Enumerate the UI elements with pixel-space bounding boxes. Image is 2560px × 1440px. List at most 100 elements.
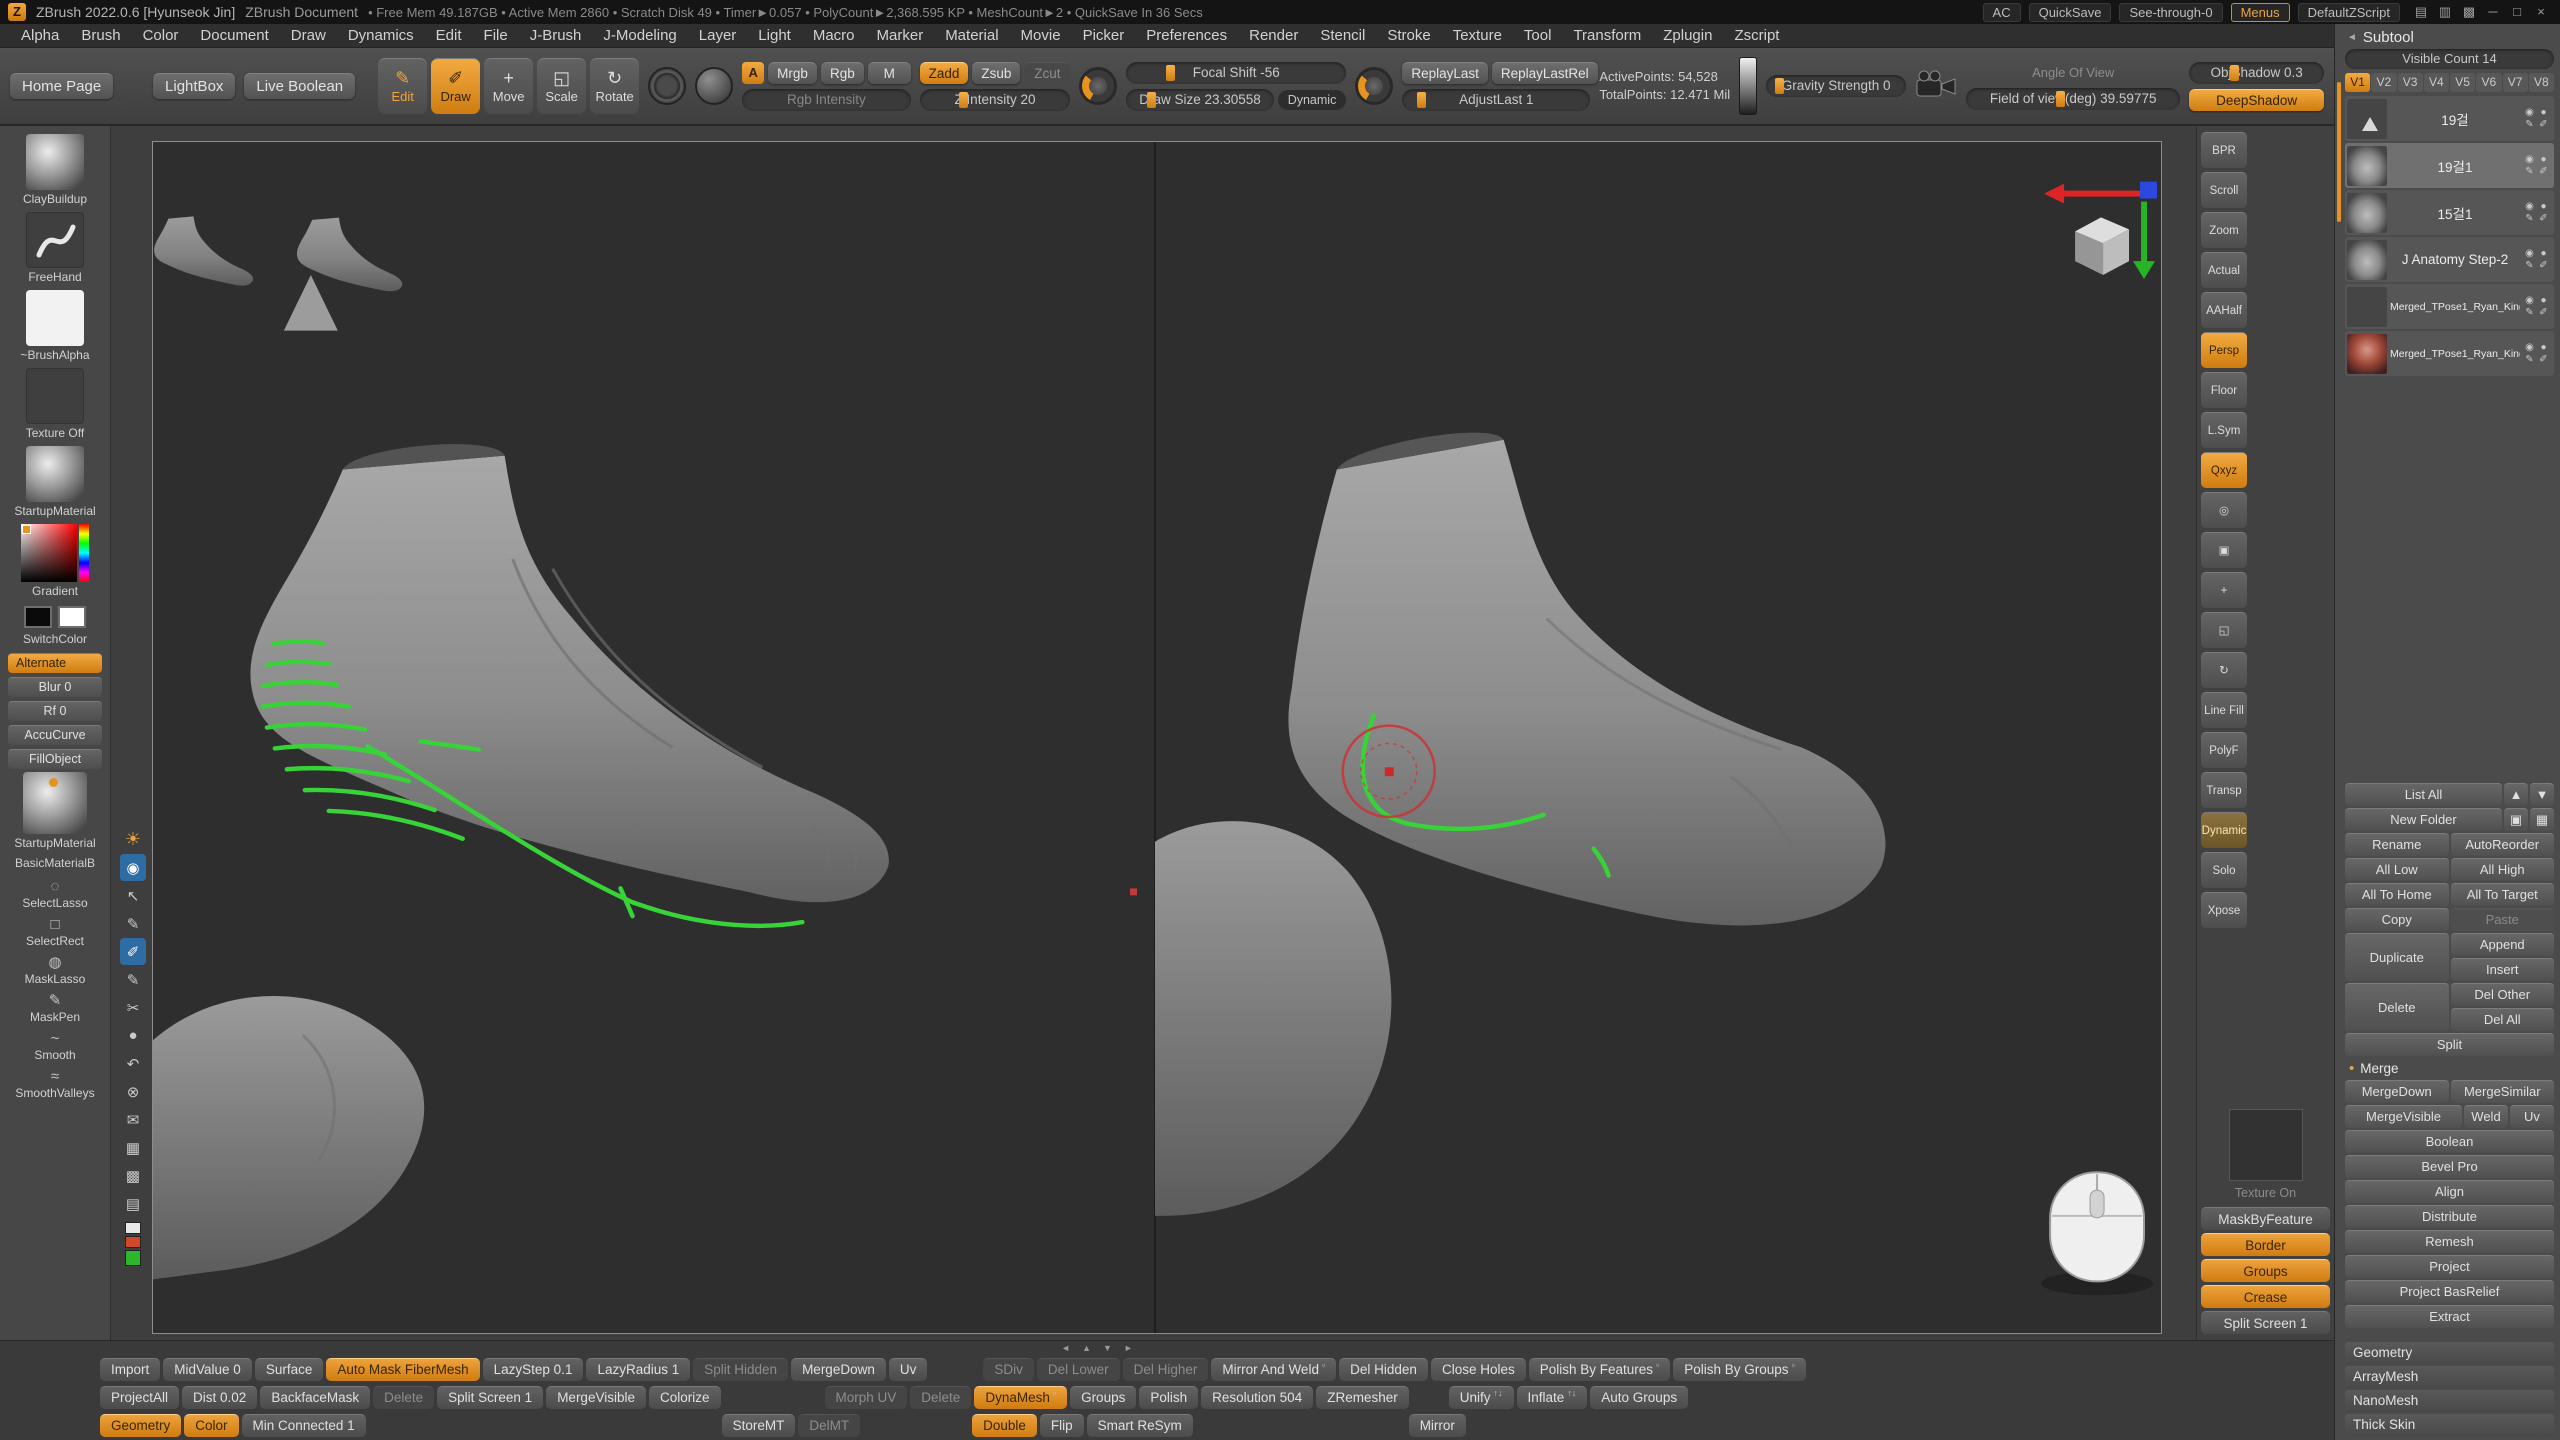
live-boolean-button[interactable]: Live Boolean — [244, 73, 355, 99]
menu-item[interactable]: Zplugin — [1652, 24, 1723, 47]
all-high-button[interactable]: All High — [2451, 858, 2555, 881]
subtool-item[interactable]: Merged_TPose1_Ryan_Kingslien ◉ ● ✎ ✐ — [2345, 331, 2554, 376]
dist-slider[interactable]: Dist 0.02 — [182, 1386, 257, 1409]
undo-icon[interactable]: ↶ — [120, 1050, 146, 1077]
solo-button[interactable]: Solo — [2201, 852, 2247, 888]
duplicate-button[interactable]: Duplicate — [2345, 933, 2449, 981]
subtool-item[interactable]: Merged_TPose1_Ryan_Kingslien ◉ ● ✎ ✐ — [2345, 284, 2554, 329]
line-fill-button[interactable]: Line Fill — [2201, 692, 2247, 728]
blur-slider[interactable]: Blur 0 — [8, 677, 102, 697]
edit-mode-button[interactable]: ✎ Edit — [378, 58, 427, 114]
delete-subtool-button[interactable]: Delete — [2345, 983, 2449, 1031]
pen2-icon[interactable]: ✐ — [2537, 213, 2550, 224]
mask-pen-button[interactable]: ✎ MaskPen — [30, 993, 80, 1028]
auto-mask-fibermesh-button[interactable]: Auto Mask FiberMesh — [326, 1358, 479, 1381]
subtool-tab-v2[interactable]: V2 — [2371, 73, 2396, 92]
inflate-slider[interactable]: Inflate↑↓ — [1517, 1386, 1588, 1409]
layout-left-icon[interactable]: ▤ — [2410, 4, 2432, 20]
move-down-button[interactable]: ▼ — [2530, 783, 2554, 806]
color-chip[interactable] — [125, 1236, 141, 1248]
line-pen-icon[interactable]: ✎ — [120, 966, 146, 993]
palette-section[interactable]: NanoMesh — [2345, 1390, 2554, 1412]
subtool-item[interactable]: J Anatomy Step-2 ◉ ● ✎ ✐ — [2345, 237, 2554, 282]
uv-toggle-button[interactable]: Uv — [2510, 1105, 2554, 1128]
lightbox-button[interactable]: LightBox — [153, 73, 235, 99]
quicksave-button[interactable]: QuickSave — [2029, 3, 2112, 22]
zcut-button[interactable]: Zcut — [1024, 62, 1070, 84]
mrgb-button[interactable]: Mrgb — [768, 62, 817, 84]
mirror-and-weld-button[interactable]: Mirror And Weld▫ — [1211, 1358, 1336, 1381]
slider-handle[interactable] — [1166, 65, 1175, 81]
all-to-target-button[interactable]: All To Target — [2451, 883, 2555, 906]
panel-scrollbar[interactable] — [2337, 82, 2341, 222]
bottom-foot-model[interactable] — [153, 996, 424, 1279]
aahalf-button[interactable]: AAHalf — [2201, 292, 2247, 328]
alternate-button[interactable]: Alternate — [8, 653, 102, 673]
del-mt-button[interactable]: DelMT — [798, 1414, 860, 1437]
note-icon[interactable]: ✉ — [120, 1106, 146, 1133]
menu-item[interactable]: Macro — [802, 24, 866, 47]
intensity-bar[interactable] — [1739, 57, 1757, 115]
smart-resym-button[interactable]: Smart ReSym — [1087, 1414, 1193, 1437]
rf-slider[interactable]: Rf 0 — [8, 701, 102, 721]
color-chip[interactable] — [125, 1222, 141, 1234]
import-button[interactable]: Import — [100, 1358, 160, 1381]
gravity-strength-slider[interactable]: Gravity Strength 0 — [1766, 75, 1906, 97]
stroke-freehand-thumb[interactable] — [26, 212, 84, 268]
mid-value-slider[interactable]: MidValue 0 — [163, 1358, 252, 1381]
eye-icon[interactable]: ◉ — [2523, 248, 2536, 259]
rename-button[interactable]: Rename — [2345, 833, 2449, 856]
smooth-valleys-button[interactable]: ≈ SmoothValleys — [15, 1069, 94, 1104]
rgb-button[interactable]: Rgb — [821, 62, 864, 84]
merge-down-button[interactable]: MergeDown — [2345, 1080, 2449, 1103]
store-mt-button[interactable]: StoreMT — [722, 1414, 796, 1437]
merge-similar-button[interactable]: MergeSimilar — [2451, 1080, 2555, 1103]
subtool-item[interactable]: 15걸1 ◉ ● ✎ ✐ — [2345, 190, 2554, 235]
visibility-icon[interactable]: ◉ — [120, 854, 146, 881]
adjust-last-slider[interactable]: AdjustLast 1 — [1402, 89, 1590, 111]
subtool-tab-v6[interactable]: V6 — [2476, 73, 2501, 92]
menu-item[interactable]: Render — [1238, 24, 1309, 47]
pointer-icon[interactable]: ↖ — [120, 882, 146, 909]
obj-shadow-slider[interactable]: ObjShadow 0.3 — [2189, 62, 2324, 84]
menu-item[interactable]: Material — [934, 24, 1009, 47]
z-intensity-slider[interactable]: Z Intensity 20 — [920, 89, 1071, 111]
paint-icon[interactable]: ● — [2537, 342, 2550, 353]
extract-button[interactable]: Extract — [2345, 1305, 2554, 1328]
green-chip[interactable] — [125, 1250, 141, 1266]
replay-dial-icon[interactable] — [1355, 67, 1393, 105]
paint-icon[interactable]: ● — [2537, 295, 2550, 306]
texture-icon[interactable]: ▩ — [120, 1162, 146, 1189]
zoom3d-button[interactable]: ◎ — [2201, 492, 2247, 528]
paint-icon[interactable]: ● — [2537, 154, 2550, 165]
del-lower-button[interactable]: Del Lower — [1037, 1358, 1120, 1381]
menu-item[interactable]: Picker — [1072, 24, 1136, 47]
xpose-button[interactable]: Xpose — [2201, 892, 2247, 928]
boolean-button[interactable]: Boolean — [2345, 1130, 2554, 1153]
default-zscript-button[interactable]: DefaultZScript — [2298, 3, 2400, 22]
geometry-button[interactable]: Geometry — [100, 1414, 181, 1437]
merge-down-button[interactable]: MergeDown — [791, 1358, 886, 1381]
all-low-button[interactable]: All Low — [2345, 858, 2449, 881]
merge-visible-button[interactable]: MergeVisible — [2345, 1105, 2462, 1128]
pen2-icon[interactable]: ✐ — [2537, 119, 2550, 130]
draw-pen-icon[interactable]: ✎ — [120, 910, 146, 937]
project-all-button[interactable]: ProjectAll — [100, 1386, 179, 1409]
pen-icon[interactable]: ✎ — [2523, 213, 2536, 224]
menu-item[interactable]: Stroke — [1376, 24, 1441, 47]
menu-item[interactable]: Movie — [1010, 24, 1072, 47]
zoom-button[interactable]: Zoom — [2201, 212, 2247, 248]
delete-button[interactable]: Delete — [373, 1386, 434, 1409]
paint-icon[interactable]: ● — [2537, 201, 2550, 212]
pen2-icon[interactable]: ✐ — [2537, 354, 2550, 365]
rotate-mode-button[interactable]: ↻ Rotate — [590, 58, 639, 114]
home-page-button[interactable]: Home Page — [10, 73, 113, 99]
remesh-button[interactable]: Remesh — [2345, 1230, 2554, 1253]
zsub-button[interactable]: Zsub — [972, 62, 1020, 84]
zremesher-button[interactable]: ZRemesher — [1316, 1386, 1409, 1409]
slider-handle[interactable] — [959, 92, 968, 108]
palette-section[interactable]: ArrayMesh — [2345, 1366, 2554, 1388]
ac-button[interactable]: AC — [1983, 3, 2021, 22]
menu-item[interactable]: Draw — [280, 24, 337, 47]
texture-thumb[interactable] — [26, 368, 84, 424]
